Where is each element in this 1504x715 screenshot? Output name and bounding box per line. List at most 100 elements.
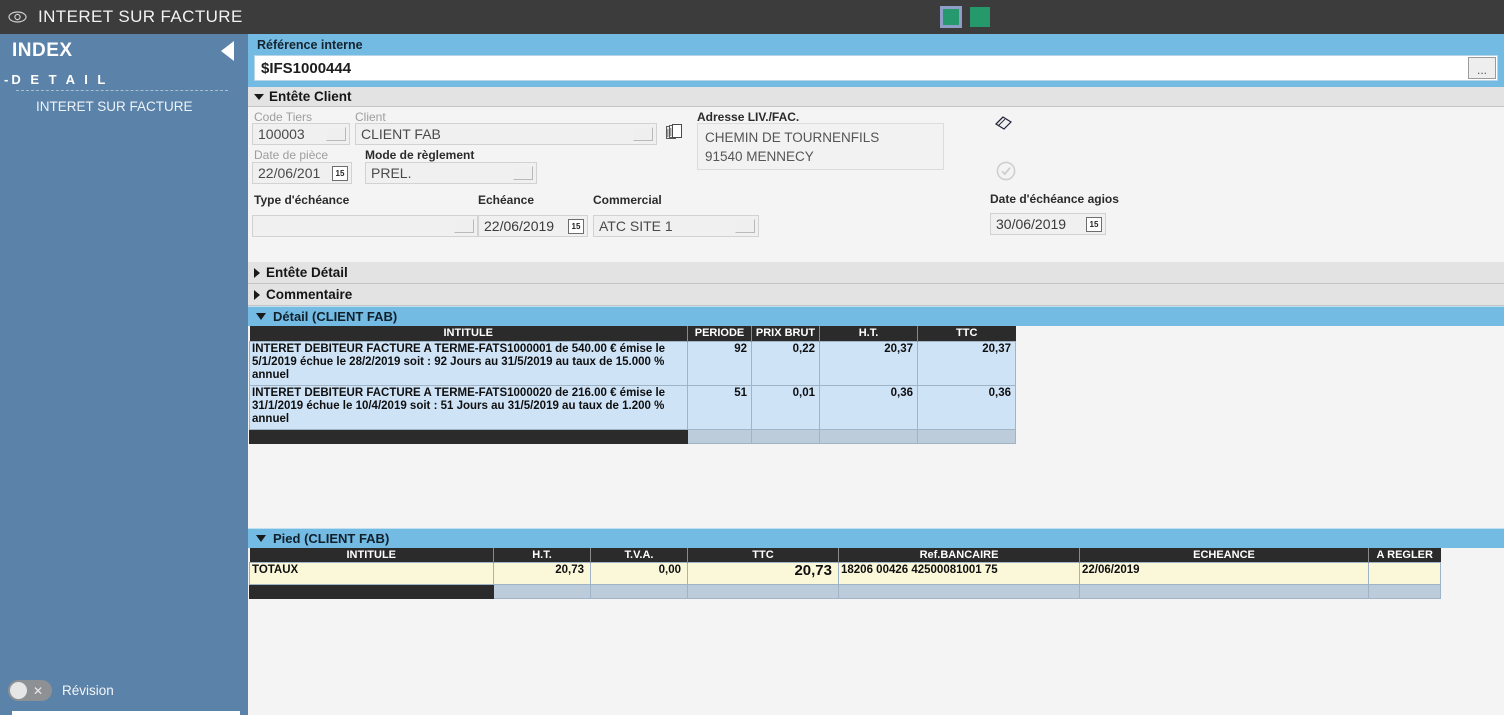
- label-client: Client: [355, 110, 386, 124]
- pied-table: INTITULE H.T. T.V.A. TTC Ref.BANCAIRE EC…: [249, 548, 1441, 600]
- label-date-piece: Date de pièce: [254, 148, 328, 162]
- reference-input-wrap[interactable]: ...: [254, 55, 1498, 81]
- pied-cell-tva: 0,00: [591, 563, 688, 585]
- date-piece-value: 22/06/201: [253, 165, 332, 181]
- reference-bar: Référence interne ...: [248, 34, 1504, 87]
- copy-documents-icon[interactable]: [666, 124, 686, 147]
- pied-col-ttc[interactable]: TTC: [688, 548, 839, 563]
- revision-toggle[interactable]: ✕: [8, 680, 52, 701]
- pied-col-echeance[interactable]: ECHEANCE: [1080, 548, 1369, 563]
- adresse-line-2: 91540 MENNECY: [705, 147, 936, 166]
- detail-filler-periode: [688, 429, 752, 443]
- table-row[interactable]: INTERET DEBITEUR FACTURE A TERME-FATS100…: [250, 341, 1016, 385]
- pied-col-intitule[interactable]: INTITULE: [250, 548, 494, 563]
- section-header-commentaire[interactable]: Commentaire: [248, 284, 1504, 306]
- code-tiers-field[interactable]: 100003: [252, 123, 350, 145]
- calendar-icon[interactable]: 15: [568, 219, 584, 234]
- label-echeance: Echéance: [478, 193, 534, 207]
- pied-cell-ref-bancaire: 18206 00426 42500081001 75: [839, 563, 1080, 585]
- triangle-right-icon: [254, 268, 260, 278]
- detail-cell-ht: 20,37: [820, 341, 918, 385]
- green-square-selected-icon[interactable]: [940, 6, 962, 28]
- pied-col-ref-bancaire[interactable]: Ref.BANCAIRE: [839, 548, 1080, 563]
- echeance-field[interactable]: 22/06/2019 15: [478, 215, 588, 237]
- label-adresse: Adresse LIV./FAC.: [697, 110, 799, 124]
- revision-label: Révision: [62, 683, 114, 698]
- detail-col-ht[interactable]: H.T.: [820, 326, 918, 341]
- mode-reglement-field[interactable]: PREL.: [365, 162, 537, 184]
- client-lookup-button[interactable]: [633, 127, 653, 141]
- reference-input[interactable]: [255, 56, 1467, 80]
- pied-empty-row[interactable]: [250, 585, 1441, 599]
- section-header-entete-client[interactable]: Entête Client: [248, 87, 1504, 107]
- pied-col-a-regler[interactable]: A REGLER: [1369, 548, 1441, 563]
- pied-filler-ref-bancaire: [839, 585, 1080, 599]
- calendar-icon[interactable]: 15: [332, 166, 348, 181]
- detail-col-intitule[interactable]: INTITULE: [250, 326, 688, 341]
- type-echeance-field[interactable]: [252, 215, 478, 237]
- green-square-icon[interactable]: [970, 7, 990, 27]
- commercial-lookup-button[interactable]: [735, 219, 755, 233]
- toggle-knob: [10, 682, 27, 699]
- detail-col-prix-brut[interactable]: PRIX BRUT: [752, 326, 820, 341]
- window-controls: [940, 0, 990, 34]
- pied-cell-intitule: TOTAUX: [250, 563, 494, 585]
- book-icon[interactable]: [994, 115, 1013, 137]
- detail-cell-intitule: INTERET DEBITEUR FACTURE A TERME-FATS100…: [250, 341, 688, 385]
- sidebar-item-interet-sur-facture[interactable]: INTERET SUR FACTURE: [0, 97, 248, 116]
- section-header-entete-detail[interactable]: Entête Détail: [248, 262, 1504, 284]
- commercial-field[interactable]: ATC SITE 1: [593, 215, 759, 237]
- sidebar-group-label: -D E T A I L: [0, 64, 248, 90]
- detail-empty-row[interactable]: [250, 429, 1016, 443]
- pied-filler-ht: [494, 585, 591, 599]
- check-circle-icon[interactable]: [996, 161, 1016, 186]
- collapse-left-arrow-icon[interactable]: [221, 41, 234, 61]
- date-echeance-agios-field[interactable]: 30/06/2019 15: [990, 213, 1106, 235]
- mode-reglement-lookup-button[interactable]: [513, 166, 533, 180]
- page-title: INTERET SUR FACTURE: [34, 7, 243, 27]
- table-row[interactable]: INTERET DEBITEUR FACTURE A TERME-FATS100…: [250, 385, 1016, 429]
- echeance-value: 22/06/2019: [479, 218, 568, 234]
- pied-cell-ht: 20,73: [494, 563, 591, 585]
- detail-cell-periode: 51: [688, 385, 752, 429]
- detail-col-ttc[interactable]: TTC: [918, 326, 1016, 341]
- date-piece-field[interactable]: 22/06/201 15: [252, 162, 352, 184]
- detail-band-header[interactable]: Détail (CLIENT FAB): [248, 306, 1504, 326]
- section-title-entete-detail: Entête Détail: [266, 265, 348, 280]
- title-bar: INTERET SUR FACTURE: [0, 0, 1504, 34]
- code-tiers-value: 100003: [253, 126, 326, 142]
- detail-band-title: Détail (CLIENT FAB): [273, 309, 397, 324]
- eye-icon[interactable]: [0, 0, 34, 34]
- detail-pied-gap: [248, 444, 1504, 528]
- type-echeance-lookup-button[interactable]: [454, 219, 474, 233]
- client-field[interactable]: CLIENT FAB: [355, 123, 657, 145]
- sidebar-index-label: INDEX: [12, 40, 73, 62]
- detail-col-periode[interactable]: PERIODE: [688, 326, 752, 341]
- pied-band-title: Pied (CLIENT FAB): [273, 531, 389, 546]
- code-tiers-lookup-button[interactable]: [326, 127, 346, 141]
- toggle-off-icon: ✕: [33, 684, 43, 698]
- pied-filler-a-regler: [1369, 585, 1441, 599]
- pied-filler-ttc: [688, 585, 839, 599]
- detail-filler-intitule: [250, 429, 688, 443]
- label-mode-reglement: Mode de règlement: [365, 148, 474, 162]
- pied-col-ht[interactable]: H.T.: [494, 548, 591, 563]
- detail-filler-prix-brut: [752, 429, 820, 443]
- detail-filler-ht: [820, 429, 918, 443]
- pied-col-tva[interactable]: T.V.A.: [591, 548, 688, 563]
- pied-cell-ttc: 20,73: [688, 563, 839, 585]
- label-code-tiers: Code Tiers: [254, 110, 312, 124]
- table-row[interactable]: TOTAUX 20,73 0,00 20,73 18206 00426 4250…: [250, 563, 1441, 585]
- pied-band-header[interactable]: Pied (CLIENT FAB): [248, 528, 1504, 548]
- pied-cell-echeance: 22/06/2019: [1080, 563, 1369, 585]
- entete-client-body: Code Tiers Client Adresse LIV./FAC. 1000…: [248, 107, 1504, 262]
- sidebar-divider: [16, 90, 228, 91]
- calendar-icon[interactable]: 15: [1086, 217, 1102, 232]
- sidebar-bottom-strip: [12, 711, 240, 715]
- revision-toggle-row[interactable]: ✕ Révision: [8, 680, 114, 701]
- sidebar-index-header: INDEX: [0, 34, 248, 64]
- adresse-box[interactable]: CHEMIN DE TOURNENFILS 91540 MENNECY: [697, 123, 944, 170]
- pied-cell-a-regler: [1369, 563, 1441, 585]
- detail-cell-ttc: 0,36: [918, 385, 1016, 429]
- reference-more-button[interactable]: ...: [1468, 57, 1496, 79]
